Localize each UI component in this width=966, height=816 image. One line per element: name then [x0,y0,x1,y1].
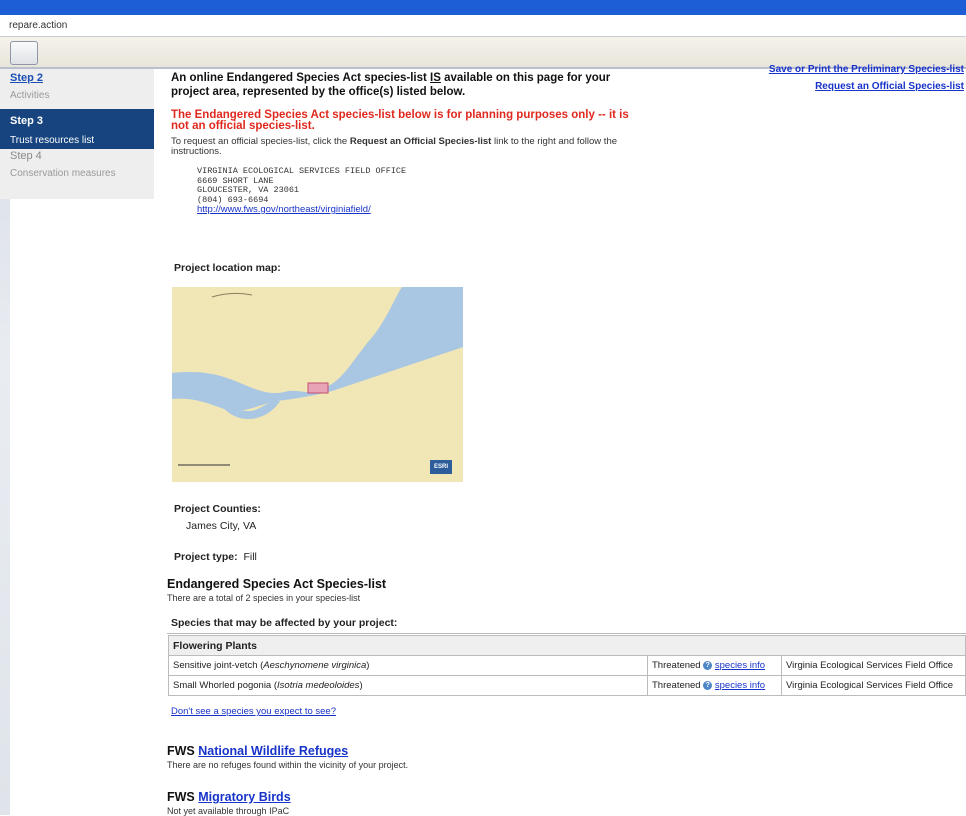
project-location-map[interactable]: ESRI [172,287,463,482]
project-type: Project type: Fill [174,551,257,563]
species-scientific-name: Aeschynomene virginica [263,660,367,671]
species-name-cell: Small Whorled pogonia (Isotria medeoloid… [168,675,648,696]
office-cell: Virginia Ecological Services Field Offic… [781,675,966,696]
map-graphic [172,287,463,482]
refuges-heading: FWS National Wildlife Refuges [167,744,348,758]
field-office-address: VIRGINIA ECOLOGICAL SERVICES FIELD OFFIC… [197,166,641,216]
status-cell: Threatened ? species info [647,655,782,676]
counties-label: Project Counties: [174,503,261,515]
save-print-link[interactable]: Save or Print the Preliminary Species-li… [769,64,964,75]
step-2-title[interactable]: Step 2 [10,72,154,84]
address-url[interactable]: repare.action [9,20,67,31]
species-scientific-name: Isotria medeoloides [277,680,360,691]
step-2-subtitle: Activities [10,90,50,101]
counties-value: James City, VA [186,520,257,532]
availability-headline: An online Endangered Species Act species… [171,71,641,99]
esa-heading: Endangered Species Act Species-list [167,577,387,591]
species-info-link[interactable]: species info [715,660,765,671]
address-bar[interactable]: repare.action [0,15,966,37]
project-type-label: Project type: [174,551,238,563]
request-instructions: To request an official species-list, cli… [171,137,641,157]
help-icon[interactable]: ? [703,660,713,670]
step-3-subtitle: Trust resources list [10,135,95,146]
office-website-link[interactable]: http://www.fws.gov/northeast/virginiafie… [197,204,371,215]
esri-logo: ESRI [430,460,452,474]
map-label: Project location map: [174,262,281,274]
species-table: Flowering Plants Sensitive joint-vetch (… [168,635,966,696]
table-category-row: Flowering Plants [168,635,966,656]
headline-text-3: project area, represented by the office(… [171,86,466,98]
sidebar-step-4: Step 4 Conservation measures [0,150,154,195]
sidebar-step-2[interactable]: Step 2 Activities [0,72,154,110]
species-common-name: Sensitive joint-vetch [173,660,258,671]
esa-count: There are a total of 2 species in your s… [167,593,361,603]
help-icon[interactable]: ? [703,680,713,690]
table-row: Sensitive joint-vetch (Aeschynomene virg… [168,655,966,676]
birds-heading: FWS Migratory Birds [167,790,291,804]
browser-title-bar [0,0,966,15]
office-cell: Virginia Ecological Services Field Offic… [781,655,966,676]
birds-prefix: FWS [167,790,195,804]
step-4-subtitle: Conservation measures [10,168,116,179]
instructions-bold-link-name: Request an Official Species-list [349,136,492,147]
status-cell: Threatened ? species info [647,675,782,696]
missing-species-link[interactable]: Don't see a species you expect to see? [171,706,336,717]
refuges-text: There are no refuges found within the vi… [167,760,409,770]
species-common-name: Small Whorled pogonia [173,680,272,691]
refuges-link[interactable]: National Wildlife Refuges [198,744,348,758]
right-action-links: Save or Print the Preliminary Species-li… [769,64,964,92]
wizard-sidebar: Step 2 Activities Step 3 Trust resources… [0,69,154,199]
status-text: Threatened [652,680,701,691]
species-name-cell: Sensitive joint-vetch (Aeschynomene virg… [168,655,648,676]
step-3-title: Step 3 [10,115,44,127]
category-cell: Flowering Plants [168,635,966,656]
planning-warning: The Endangered Species Act species-list … [171,109,629,132]
tab-thumbnail[interactable] [10,41,38,65]
headline-text-2: available on this page for your [440,72,611,84]
sidebar-step-3-active[interactable]: Step 3 Trust resources list [0,109,154,149]
status-text: Threatened [652,660,701,671]
divider [167,633,966,634]
main-content: An online Endangered Species Act species… [171,71,641,216]
request-official-list-link[interactable]: Request an Official Species-list [769,81,964,92]
headline-emphasis: IS [430,72,441,84]
birds-link[interactable]: Migratory Birds [198,790,290,804]
table-row: Small Whorled pogonia (Isotria medeoloid… [168,675,966,696]
headline-text-1: An online Endangered Species Act species… [171,72,431,84]
species-info-link[interactable]: species info [715,680,765,691]
project-type-value: Fill [243,551,257,563]
step-4-title: Step 4 [10,150,42,162]
refuges-prefix: FWS [167,744,195,758]
affected-species-label: Species that may be affected by your pro… [171,617,398,629]
